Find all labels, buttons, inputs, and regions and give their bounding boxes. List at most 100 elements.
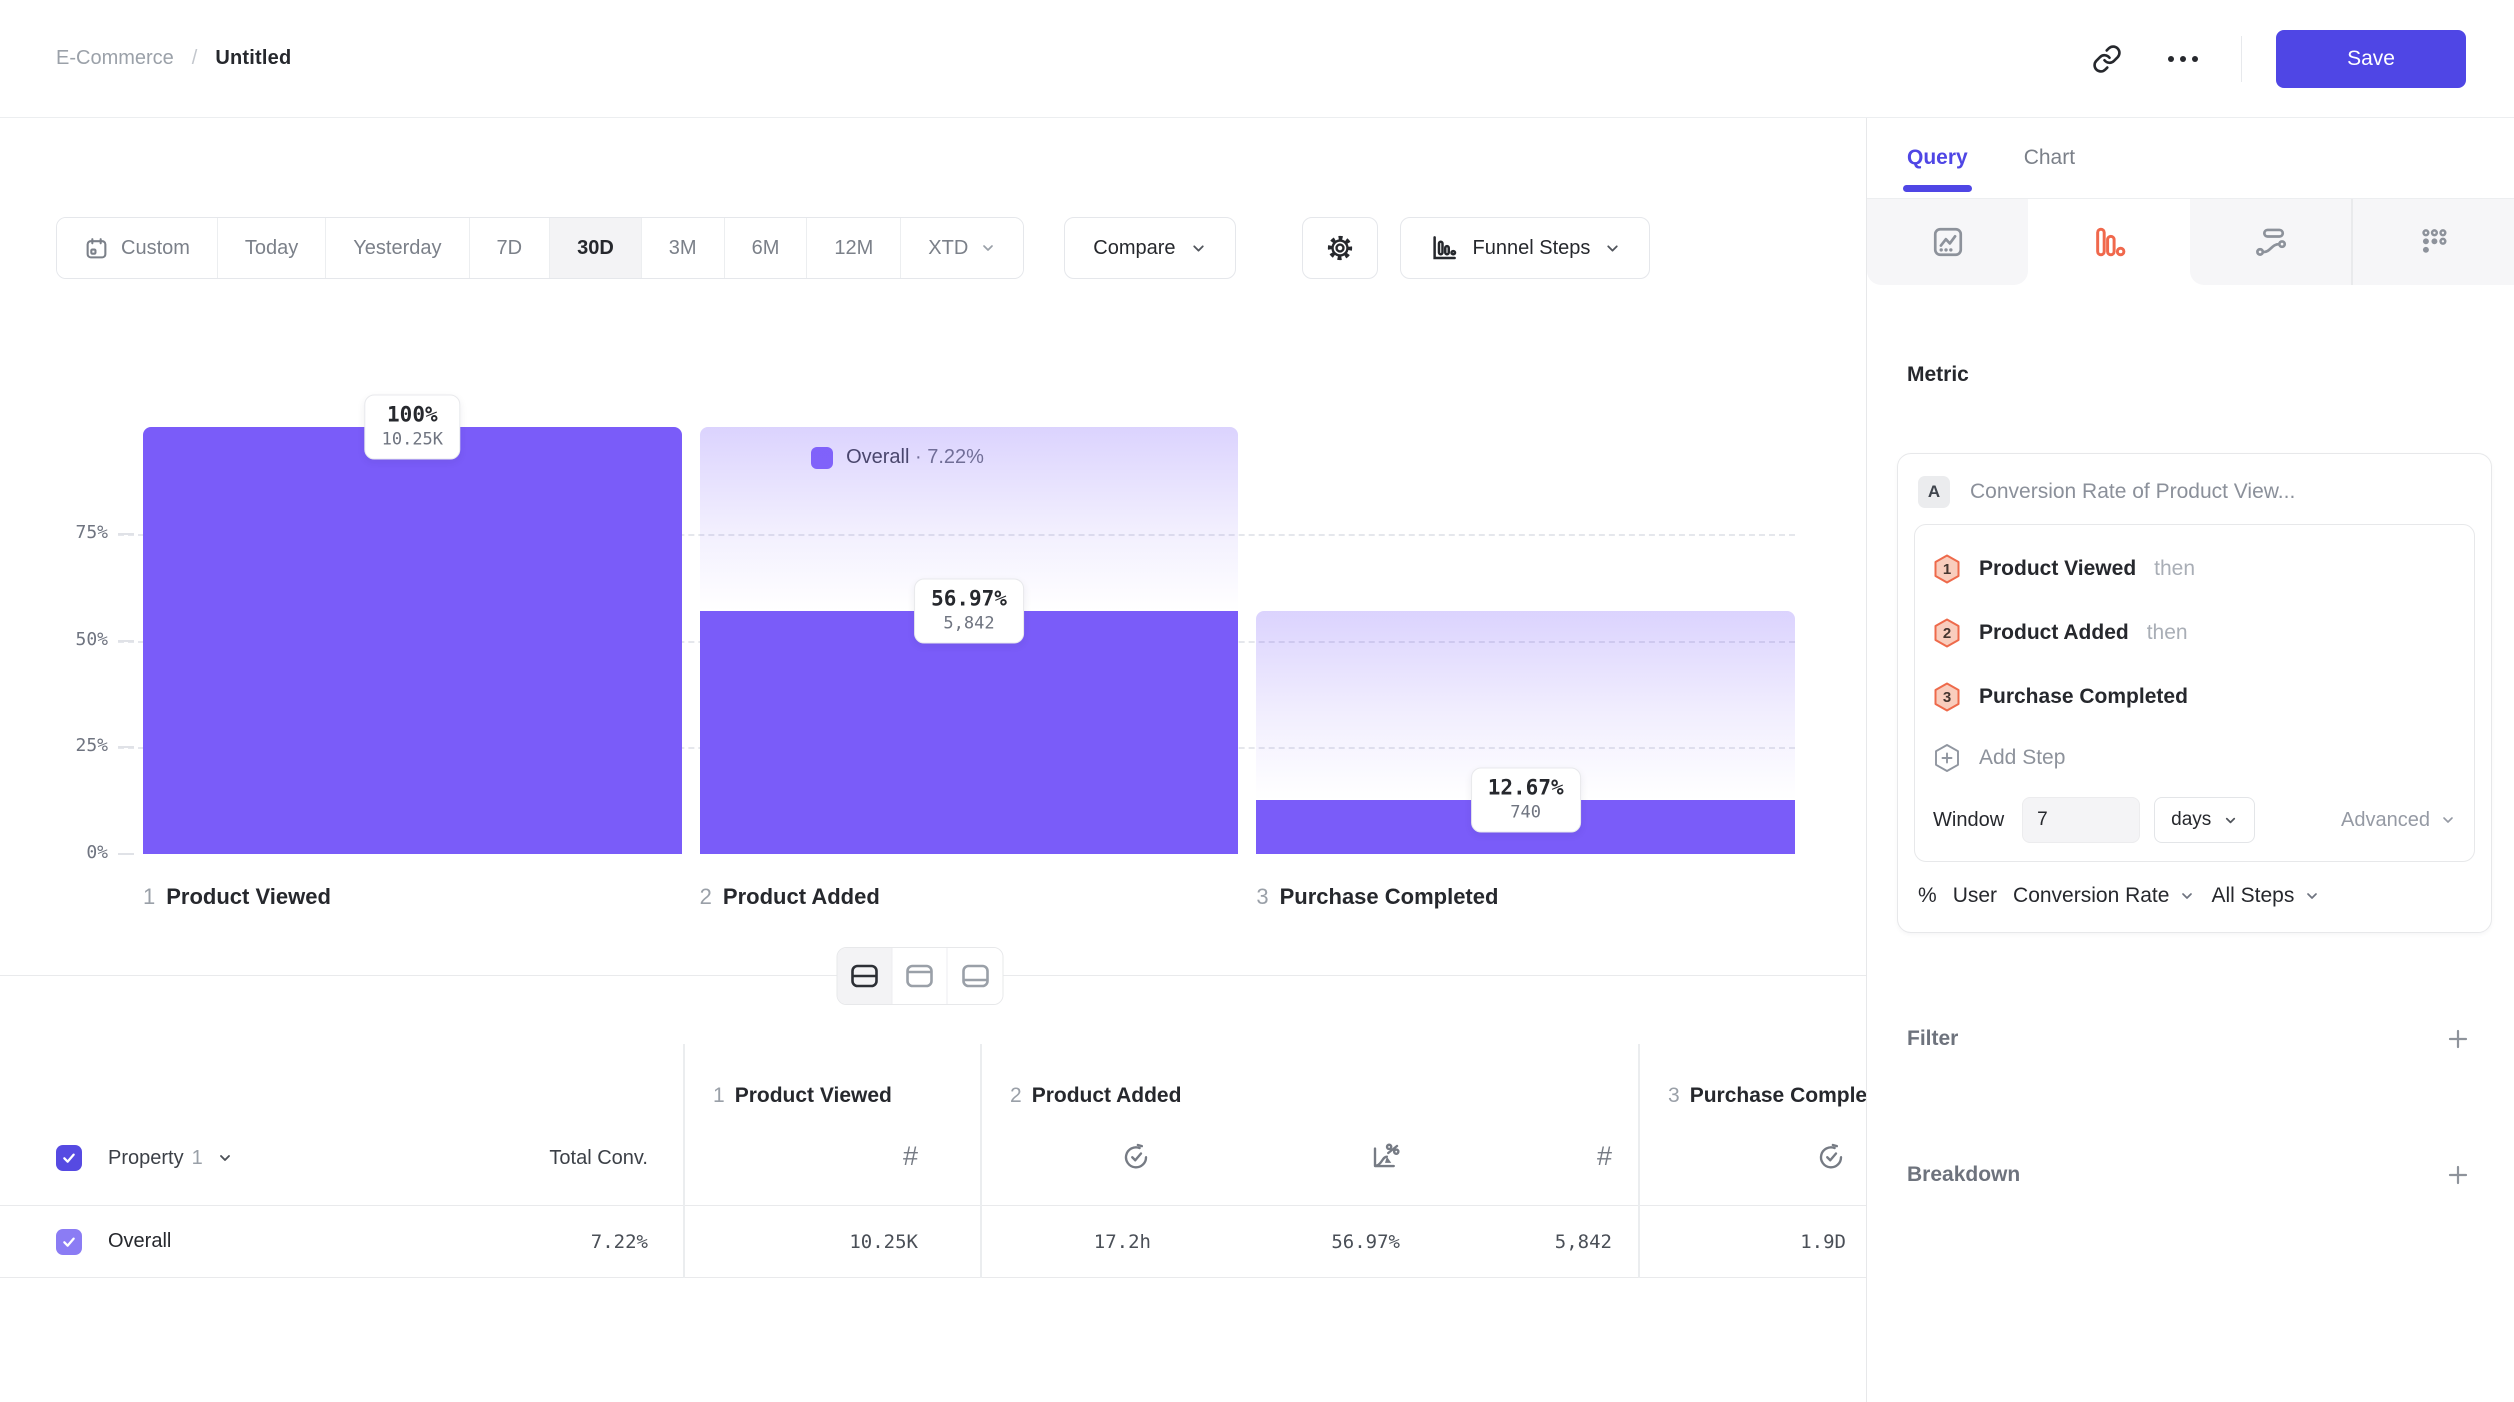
date-range-7d[interactable]: 7D [470, 218, 551, 278]
header-divider [2241, 36, 2243, 82]
metric-type-dropdown[interactable]: Conversion Rate [2013, 884, 2195, 908]
panel-tabs: Query Chart [1867, 118, 2514, 199]
date-range-custom[interactable]: Custom [57, 218, 218, 278]
add-filter-button[interactable] [2446, 1027, 2470, 1051]
column-icon-time [980, 1110, 1199, 1206]
view-layout-toggle [837, 947, 1004, 1005]
advanced-dropdown[interactable]: Advanced [2341, 809, 2456, 832]
query-step-1[interactable]: 1 Product Viewed then [1933, 537, 2456, 601]
query-step-2[interactable]: 2 Product Added then [1933, 601, 2456, 665]
flow-chart-icon [2252, 225, 2288, 259]
funnel-chart: 100% 10.25K 1Product Viewed 56.97% 5,842 [143, 427, 1795, 854]
page-title[interactable]: Untitled [215, 47, 291, 70]
breakdown-section: Breakdown [1867, 1163, 2514, 1187]
breadcrumb-project[interactable]: E-Commerce [56, 47, 174, 70]
chevron-down-icon [1604, 240, 1621, 257]
save-button[interactable]: Save [2276, 30, 2466, 88]
tab-chart[interactable]: Chart [2024, 118, 2075, 198]
date-range-6m[interactable]: 6M [725, 218, 808, 278]
breadcrumb: E-Commerce / Untitled [56, 47, 291, 70]
step-3-badge: 3 [1933, 682, 1961, 712]
metric-series-row[interactable]: A Conversion Rate of Product View... [1898, 454, 2491, 524]
date-range-3m[interactable]: 3M [642, 218, 725, 278]
select-all-checkbox[interactable] [56, 1145, 82, 1171]
metric-card: A Conversion Rate of Product View... 1 P… [1897, 453, 2492, 933]
chart-type-line[interactable] [1867, 199, 2028, 285]
funnel-bar-step-2[interactable]: 56.97% 5,842 2Product Added [700, 427, 1239, 854]
metric-heading: Metric [1907, 363, 2514, 387]
app-root: E-Commerce / Untitled [0, 0, 2514, 1402]
property-label: Property [108, 1147, 184, 1169]
split-view-button[interactable] [838, 948, 893, 1004]
funnel-bar-step-1[interactable]: 100% 10.25K 1Product Viewed [143, 427, 682, 854]
count-icon: # [1597, 1141, 1612, 1172]
date-range-yesterday[interactable]: Yesterday [326, 218, 469, 278]
breadcrumb-separator: / [192, 47, 198, 70]
property-header-cell: Property1 Total Conv. [0, 1110, 683, 1206]
property-dropdown-chevron[interactable] [217, 1150, 233, 1166]
step-3-event: Purchase Completed [1979, 685, 2188, 709]
date-range-30d[interactable]: 30D [550, 218, 642, 278]
entity-toggle[interactable]: User [1953, 884, 1997, 908]
more-menu-button[interactable] [2159, 35, 2207, 83]
query-step-3[interactable]: 3 Purchase Completed [1933, 665, 2456, 729]
step-1-badge: 1 [1933, 554, 1961, 584]
conversion-rate-icon [1370, 1141, 1400, 1171]
plus-icon [2446, 1027, 2470, 1051]
add-breakdown-button[interactable] [2446, 1163, 2470, 1187]
chart-type-grid[interactable] [2353, 199, 2514, 285]
query-panel: Query Chart [1866, 118, 2514, 1402]
row-checkbox[interactable] [56, 1229, 82, 1255]
window-unit-dropdown[interactable]: days [2154, 797, 2255, 843]
y-axis-label-75: 75% [36, 522, 108, 543]
date-range-xtd[interactable]: XTD [901, 218, 1023, 278]
percent-symbol: % [1918, 884, 1937, 908]
row-total-conversion: 7.22% [591, 1231, 648, 1253]
chart-settings-button[interactable] [1302, 217, 1378, 279]
group-step-number: 3 [1668, 1084, 1680, 1107]
breakdown-label: Breakdown [1907, 1163, 2020, 1187]
chevron-down-icon [2440, 812, 2456, 828]
table-view-icon [961, 964, 989, 988]
chart-type-flow[interactable] [2190, 199, 2351, 285]
chevron-down-icon [2304, 888, 2320, 904]
step-2-badge: 2 [1933, 618, 1961, 648]
share-link-button[interactable] [2083, 35, 2131, 83]
gear-icon [1324, 232, 1356, 264]
step-number: 2 [700, 884, 712, 909]
step-2-then: then [2147, 621, 2188, 645]
time-to-convert-icon [1816, 1141, 1846, 1171]
step-2-number: 2 [1943, 625, 1951, 642]
date-range-today[interactable]: Today [218, 218, 326, 278]
funnel-bar-step-3[interactable]: 12.67% 740 3Purchase Completed [1256, 427, 1795, 854]
chart-view-button[interactable] [893, 948, 948, 1004]
measured-as-row: % User Conversion Rate All Steps [1898, 862, 2491, 932]
chart-type-funnel[interactable] [2028, 199, 2189, 285]
y-axis-label-0: 0% [36, 842, 108, 863]
compare-button[interactable]: Compare [1064, 217, 1235, 279]
series-badge: A [1918, 476, 1950, 508]
column-icon-time [1638, 1110, 1866, 1206]
row-value-step1-count: 10.25K [683, 1231, 980, 1253]
y-axis-tick [118, 853, 134, 855]
property-header-label[interactable]: Property1 [108, 1147, 203, 1170]
tab-query[interactable]: Query [1907, 118, 1968, 198]
window-value-input[interactable] [2022, 797, 2140, 843]
add-step-label: Add Step [1979, 746, 2065, 770]
add-step-button[interactable]: Add Step [1933, 729, 2456, 787]
table-view-button[interactable] [948, 948, 1003, 1004]
group-step-name: Purchase Completed [1690, 1084, 1866, 1107]
funnel-steps-editor: 1 Product Viewed then 2 Product Added th… [1914, 524, 2475, 862]
group-step-name: Product Added [1032, 1084, 1182, 1107]
date-range-12m[interactable]: 12M [807, 218, 901, 278]
column-icon-count: # [683, 1110, 980, 1206]
steps-scope-dropdown[interactable]: All Steps [2211, 884, 2320, 908]
y-axis-tick [118, 746, 134, 748]
time-to-convert-icon [1121, 1141, 1151, 1171]
funnel-chart-icon [2092, 225, 2126, 259]
chart-type-button[interactable]: Funnel Steps [1400, 217, 1651, 279]
column-icon-rate [1199, 1110, 1418, 1206]
bar-count-label: 5,842 [931, 613, 1007, 633]
funnel-bars: 100% 10.25K 1Product Viewed 56.97% 5,842 [143, 427, 1795, 854]
step-number: 3 [1256, 884, 1268, 909]
